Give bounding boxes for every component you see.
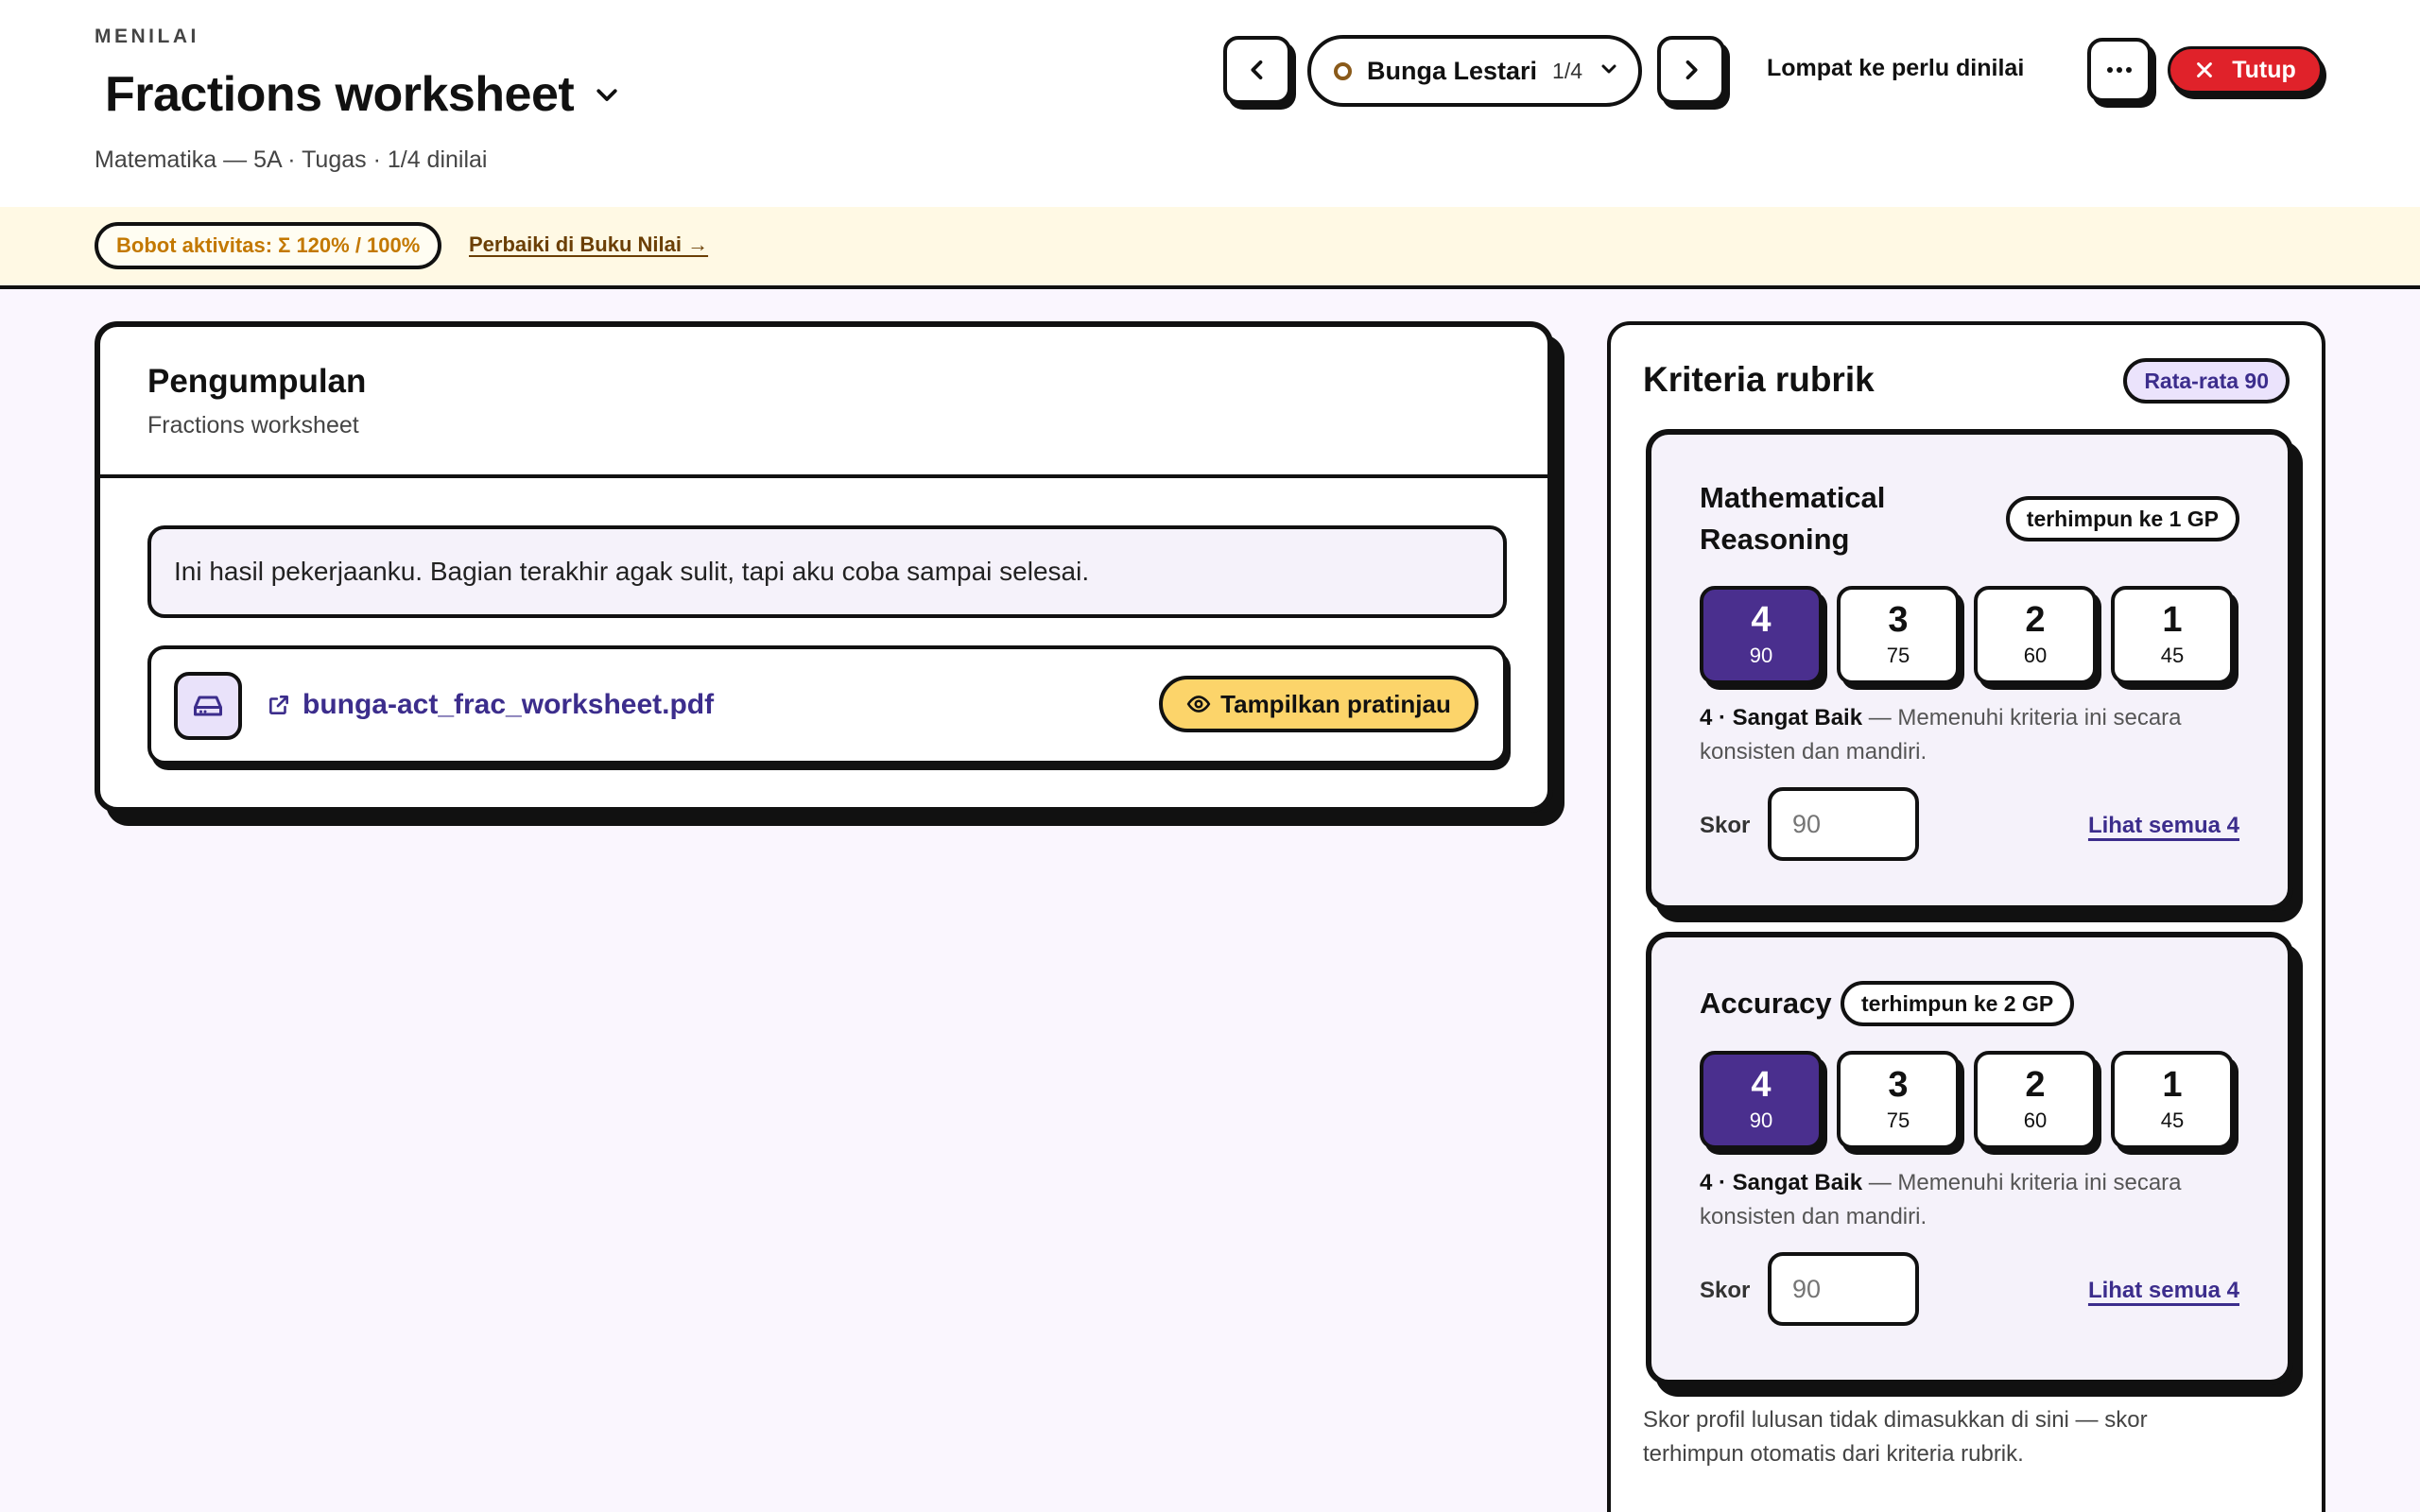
more-options-button[interactable] bbox=[2087, 38, 2152, 102]
status-dot-icon bbox=[1334, 61, 1352, 80]
assignment-title-selector[interactable]: Fractions worksheet bbox=[105, 66, 621, 123]
next-student-button[interactable] bbox=[1657, 36, 1725, 104]
student-selector[interactable]: Bunga Lestari 1/4 bbox=[1307, 35, 1642, 107]
level-points: 75 bbox=[1886, 1108, 1910, 1132]
criterion-name: Accuracy bbox=[1700, 987, 1832, 1020]
level-number: 4 bbox=[1751, 600, 1772, 640]
rubric-footnote: Skor profil lulusan tidak dimasukkan di … bbox=[1643, 1407, 2148, 1467]
activity-weight-badge: Bobot aktivitas: Σ 120% / 100% bbox=[95, 222, 442, 269]
level-description-title: 4 · Sangat Baik bbox=[1700, 1170, 1863, 1195]
level-points: 45 bbox=[2160, 1108, 2185, 1132]
page-title: Fractions worksheet bbox=[105, 67, 575, 122]
level-selector: 4 90 3 75 2 60 1 45 bbox=[1700, 586, 2234, 684]
rubric-title: Kriteria rubrik bbox=[1643, 360, 1875, 399]
submission-title: Pengumpulan bbox=[147, 363, 367, 400]
external-link-icon bbox=[269, 696, 288, 714]
level-selector: 4 90 3 75 2 60 1 45 bbox=[1700, 1051, 2234, 1149]
fix-in-gradebook-link[interactable]: Perbaiki di Buku Nilai → bbox=[469, 232, 708, 257]
level-points: 90 bbox=[1749, 644, 1773, 667]
score-label: Skor bbox=[1700, 1278, 1751, 1303]
level-description: 4 · Sangat Baik — Memenuhi kriteria ini … bbox=[1700, 701, 2267, 769]
level-option[interactable]: 3 75 bbox=[1837, 1051, 1960, 1149]
level-option[interactable]: 4 90 bbox=[1700, 586, 1823, 684]
eye-icon bbox=[1186, 696, 1211, 713]
level-number: 2 bbox=[2025, 600, 2046, 640]
score-label: Skor bbox=[1700, 813, 1751, 838]
level-points: 60 bbox=[2023, 644, 2048, 667]
level-number: 2 bbox=[2025, 1065, 2046, 1105]
show-preview-label: Tampilkan pratinjau bbox=[1220, 689, 1451, 718]
attachment-filename: bunga-act_frac_worksheet.pdf bbox=[302, 689, 715, 720]
submission-card: Pengumpulan Fractions worksheet Ini hasi… bbox=[95, 321, 1553, 813]
level-number: 1 bbox=[2162, 1065, 2183, 1105]
close-icon bbox=[2197, 62, 2213, 77]
see-all-levels-link[interactable]: Lihat semua 4 bbox=[2088, 1278, 2239, 1304]
level-points: 45 bbox=[2160, 644, 2185, 667]
page-subtitle: Matematika — 5A · Tugas · 1/4 dinilai bbox=[95, 146, 488, 173]
level-points: 60 bbox=[2023, 1108, 2048, 1132]
average-badge: Rata-rata 90 bbox=[2123, 358, 2290, 404]
aggregation-badge: terhimpun ke 2 GP bbox=[1841, 981, 2075, 1026]
chevron-right-icon bbox=[1685, 60, 1698, 80]
aggregation-badge: terhimpun ke 1 GP bbox=[2005, 496, 2239, 541]
weight-warning-banner: Bobot aktivitas: Σ 120% / 100% Perbaiki … bbox=[0, 207, 2420, 289]
level-description: 4 · Sangat Baik — Memenuhi kriteria ini … bbox=[1700, 1166, 2267, 1234]
level-points: 90 bbox=[1749, 1108, 1773, 1132]
submission-header: Pengumpulan Fractions worksheet bbox=[100, 327, 1547, 478]
previous-student-button[interactable] bbox=[1223, 36, 1291, 104]
chevron-left-icon bbox=[1251, 60, 1263, 80]
level-option[interactable]: 2 60 bbox=[1974, 1051, 2097, 1149]
level-option[interactable]: 4 90 bbox=[1700, 1051, 1823, 1149]
page-header: MENILAI Fractions worksheet Matematika —… bbox=[0, 0, 2420, 207]
attachment-link[interactable]: bunga-act_frac_worksheet.pdf bbox=[267, 689, 714, 721]
level-number: 4 bbox=[1751, 1065, 1772, 1105]
level-option[interactable]: 2 60 bbox=[1974, 586, 2097, 684]
close-button[interactable]: Tutup bbox=[2168, 46, 2323, 94]
show-preview-button[interactable]: Tampilkan pratinjau bbox=[1159, 676, 1478, 732]
level-number: 3 bbox=[1888, 1065, 1909, 1105]
level-option[interactable]: 1 45 bbox=[2111, 1051, 2234, 1149]
criterion-name: Mathematical Reasoning bbox=[1700, 481, 1886, 556]
student-position: 1/4 bbox=[1552, 58, 1583, 83]
close-button-label: Tutup bbox=[2232, 56, 2296, 83]
skip-to-needs-grading-link[interactable]: Lompat ke perlu dinilai bbox=[1767, 55, 2024, 82]
level-description-title: 4 · Sangat Baik bbox=[1700, 705, 1863, 730]
score-input[interactable] bbox=[1768, 1252, 1919, 1326]
level-number: 1 bbox=[2162, 600, 2183, 640]
submission-subtitle: Fractions worksheet bbox=[147, 412, 359, 438]
attachment-row: bunga-act_frac_worksheet.pdf Tampilkan p… bbox=[147, 645, 1507, 765]
criterion-card: Accuracy terhimpun ke 2 GP 4 90 3 75 2 60 1… bbox=[1646, 932, 2293, 1385]
chevron-down-icon bbox=[1598, 58, 1620, 85]
level-points: 75 bbox=[1886, 644, 1910, 667]
score-input[interactable] bbox=[1768, 787, 1919, 861]
level-number: 3 bbox=[1888, 600, 1909, 640]
criterion-card: Mathematical Reasoning terhimpun ke 1 GP… bbox=[1646, 429, 2293, 911]
more-horizontal-icon bbox=[2107, 67, 2132, 73]
see-all-levels-link[interactable]: Lihat semua 4 bbox=[2088, 813, 2239, 839]
drive-icon bbox=[174, 672, 242, 740]
student-comment: Ini hasil pekerjaanku. Bagian terakhir a… bbox=[147, 525, 1507, 618]
level-option[interactable]: 1 45 bbox=[2111, 586, 2234, 684]
level-option[interactable]: 3 75 bbox=[1837, 586, 1960, 684]
rubric-panel: Kriteria rubrik Rata-rata 90 Mathematica… bbox=[1607, 321, 2325, 1512]
page-eyebrow: MENILAI bbox=[95, 26, 199, 47]
student-name: Bunga Lestari bbox=[1367, 56, 1538, 85]
chevron-down-icon[interactable] bbox=[593, 80, 621, 109]
